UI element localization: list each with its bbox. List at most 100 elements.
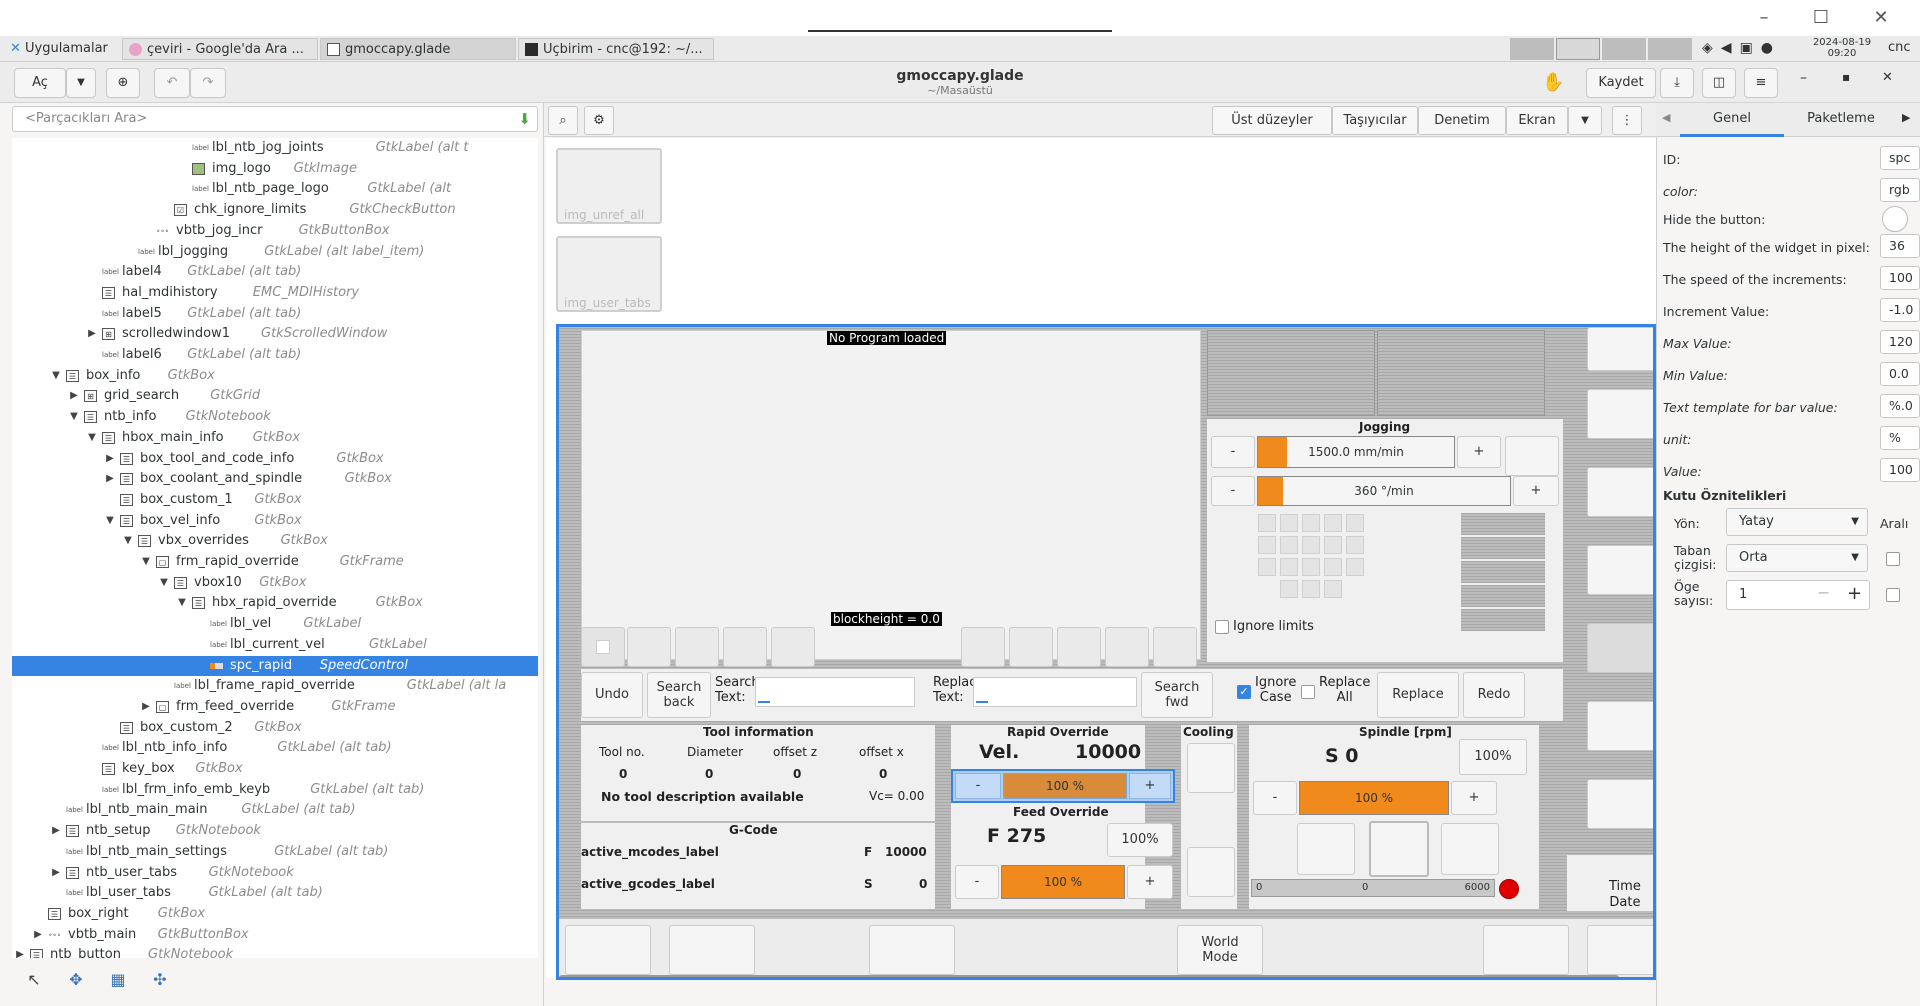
- tree-row[interactable]: img_logo GtkImage: [12, 159, 538, 179]
- side-button-5[interactable]: [1587, 623, 1653, 673]
- tree-row[interactable]: ▶ ⊞ scrolledwindow1 GtkScrolledWindow: [12, 324, 538, 344]
- search-forward-button[interactable]: Search fwd: [1141, 672, 1213, 718]
- expander-collapsed-icon[interactable]: ▶: [68, 386, 80, 406]
- view-button-10[interactable]: [1153, 627, 1197, 667]
- tree-row[interactable]: ∘∘∘ vbtb_jog_incr GtkButtonBox: [12, 221, 538, 241]
- tree-row[interactable]: ▶ ☰ ntb_user_tabs GtkNotebook: [12, 863, 538, 883]
- replace-text-input[interactable]: [973, 677, 1137, 707]
- bottom-button-1[interactable]: [565, 925, 651, 975]
- tree-row[interactable]: label lbl_current_vel GtkLabel: [12, 635, 538, 655]
- tree-row[interactable]: ▶ ∘∘∘ vbtb_main GtkButtonBox: [12, 925, 538, 945]
- search-icon[interactable]: ⌕: [548, 106, 578, 135]
- jog-incr-4[interactable]: [1461, 585, 1545, 607]
- jog-button[interactable]: [1258, 536, 1276, 554]
- view-button-4[interactable]: [723, 627, 767, 667]
- increment-icon[interactable]: +: [1847, 583, 1862, 604]
- view-button-6[interactable]: [961, 627, 1005, 667]
- tree-row[interactable]: label lbl_jogging GtkLabel (alt label_item…: [12, 242, 538, 262]
- view-button-8[interactable]: [1057, 627, 1101, 667]
- property-value-field[interactable]: %.0: [1880, 394, 1920, 418]
- expander-expanded-icon[interactable]: ▼: [104, 511, 116, 531]
- side-button-1[interactable]: [1587, 327, 1653, 371]
- select-pointer-icon[interactable]: ✋: [1542, 72, 1564, 93]
- tree-row[interactable]: label lbl_user_tabs GtkLabel (alt tab): [12, 883, 538, 903]
- expander-expanded-icon[interactable]: ▼: [68, 407, 80, 427]
- tree-row[interactable]: ▶ ☰ box_coolant_and_spindle GtkBox: [12, 469, 538, 489]
- tree-row[interactable]: label lbl_ntb_jog_joints GtkLabel (alt t: [12, 138, 538, 158]
- workspace-4[interactable]: [1648, 38, 1692, 60]
- tree-row[interactable]: ☰ box_right GtkBox: [12, 904, 538, 924]
- tree-row[interactable]: ☰ box_custom_2 GtkBox: [12, 718, 538, 738]
- property-value-field[interactable]: rgb: [1880, 178, 1920, 202]
- undo-icon[interactable]: ↶: [154, 68, 190, 98]
- jog-button[interactable]: [1346, 536, 1364, 554]
- undo-button[interactable]: Undo: [581, 672, 643, 718]
- tree-row[interactable]: ☰ box_custom_1 GtkBox: [12, 490, 538, 510]
- notification-icon[interactable]: ●: [1761, 40, 1781, 56]
- hamburger-menu-icon[interactable]: ≡: [1744, 68, 1778, 98]
- jog-speed-plus-button[interactable]: +: [1457, 436, 1501, 468]
- gremlin-view[interactable]: [581, 330, 1201, 660]
- baseline-position-checkbox[interactable]: [1886, 588, 1900, 602]
- rapid-plus-button[interactable]: +: [1129, 773, 1171, 799]
- tab-general[interactable]: Genel: [1680, 103, 1784, 137]
- jog-button[interactable]: [1258, 514, 1276, 532]
- containers-button[interactable]: Taşıyıcılar: [1332, 106, 1418, 135]
- minimize-icon[interactable]: –: [1749, 6, 1779, 30]
- world-mode-button[interactable]: World Mode: [1177, 925, 1263, 975]
- tabs-right-arrow-icon[interactable]: ▶: [1902, 111, 1910, 124]
- tree-row[interactable]: label lbl_ntb_info_info GtkLabel (alt tab): [12, 738, 538, 758]
- jog-button[interactable]: [1324, 558, 1342, 576]
- jog-button[interactable]: [1346, 558, 1364, 576]
- open-button[interactable]: Aç: [14, 68, 66, 98]
- align-icon[interactable]: ✣: [148, 970, 172, 992]
- header-minimize-icon[interactable]: –: [1800, 70, 1807, 86]
- margin-icon[interactable]: ▦: [106, 970, 130, 992]
- tree-row[interactable]: ▼ ☰ vbx_overrides GtkBox: [12, 531, 538, 551]
- jog-button[interactable]: [1302, 514, 1320, 532]
- widget-search-input[interactable]: <Parçacıkları Ara> ⬇: [12, 106, 538, 132]
- tree-row[interactable]: ▼ ☰ vbox10 GtkBox: [12, 573, 538, 593]
- tree-row[interactable]: label label6 GtkLabel (alt tab): [12, 345, 538, 365]
- jog-button[interactable]: [1324, 536, 1342, 554]
- jog-speed-extra-button[interactable]: [1505, 436, 1559, 476]
- drag-resize-icon[interactable]: ✥: [64, 970, 88, 992]
- view-button-5[interactable]: [771, 627, 815, 667]
- expander-collapsed-icon[interactable]: ▶: [104, 469, 116, 489]
- bottom-button-3[interactable]: [869, 925, 955, 975]
- network-icon[interactable]: ◈: [1702, 40, 1721, 56]
- property-value-field[interactable]: 0.0: [1880, 362, 1920, 386]
- spindle-minus-button[interactable]: -: [1253, 781, 1297, 815]
- tree-row[interactable]: ☑ chk_ignore_limits GtkCheckButton: [12, 200, 538, 220]
- user-label[interactable]: cnc: [1888, 40, 1911, 55]
- kebab-menu-icon[interactable]: ⋮: [1612, 106, 1642, 135]
- jog-angular-bar[interactable]: 360 °/min: [1257, 476, 1511, 506]
- tree-row[interactable]: label lbl_vel GtkLabel: [12, 614, 538, 634]
- property-value-field[interactable]: %: [1880, 426, 1920, 450]
- horizontal-scrollbar[interactable]: [559, 975, 1619, 977]
- jog-button[interactable]: [1258, 558, 1276, 576]
- tree-row[interactable]: label lbl_frame_rapid_override GtkLabel (a…: [12, 676, 538, 696]
- expander-expanded-icon[interactable]: ▼: [86, 428, 98, 448]
- download-arrow-icon[interactable]: ⬇: [518, 107, 531, 131]
- redo-button[interactable]: Redo: [1463, 672, 1525, 718]
- bottom-button-6[interactable]: [1587, 925, 1653, 975]
- side-button-6[interactable]: [1587, 701, 1653, 751]
- expander-expanded-icon[interactable]: ▼: [158, 573, 170, 593]
- side-button-7[interactable]: [1587, 779, 1653, 829]
- task-glade[interactable]: gmoccapy.glade: [320, 38, 516, 60]
- spindle-reset-button[interactable]: 100%: [1459, 739, 1527, 775]
- baseline-combo[interactable]: Orta ▼: [1726, 544, 1868, 572]
- jog-button[interactable]: [1324, 514, 1342, 532]
- search-text-input[interactable]: [755, 677, 915, 707]
- replace-button[interactable]: Replace: [1377, 672, 1459, 718]
- workspace-2[interactable]: [1556, 38, 1600, 60]
- jog-button[interactable]: [1280, 580, 1298, 598]
- jog-button[interactable]: [1346, 514, 1364, 532]
- jog-angular-minus-button[interactable]: -: [1211, 476, 1255, 506]
- hide-button-toggle[interactable]: [1882, 206, 1908, 232]
- spindle-override-bar[interactable]: 100 %: [1299, 781, 1449, 815]
- view-button-7[interactable]: [1009, 627, 1053, 667]
- tree-row[interactable]: ▶ ☰ ntb_setup GtkNotebook: [12, 821, 538, 841]
- item-count-spinner[interactable]: 1 − +: [1726, 580, 1870, 610]
